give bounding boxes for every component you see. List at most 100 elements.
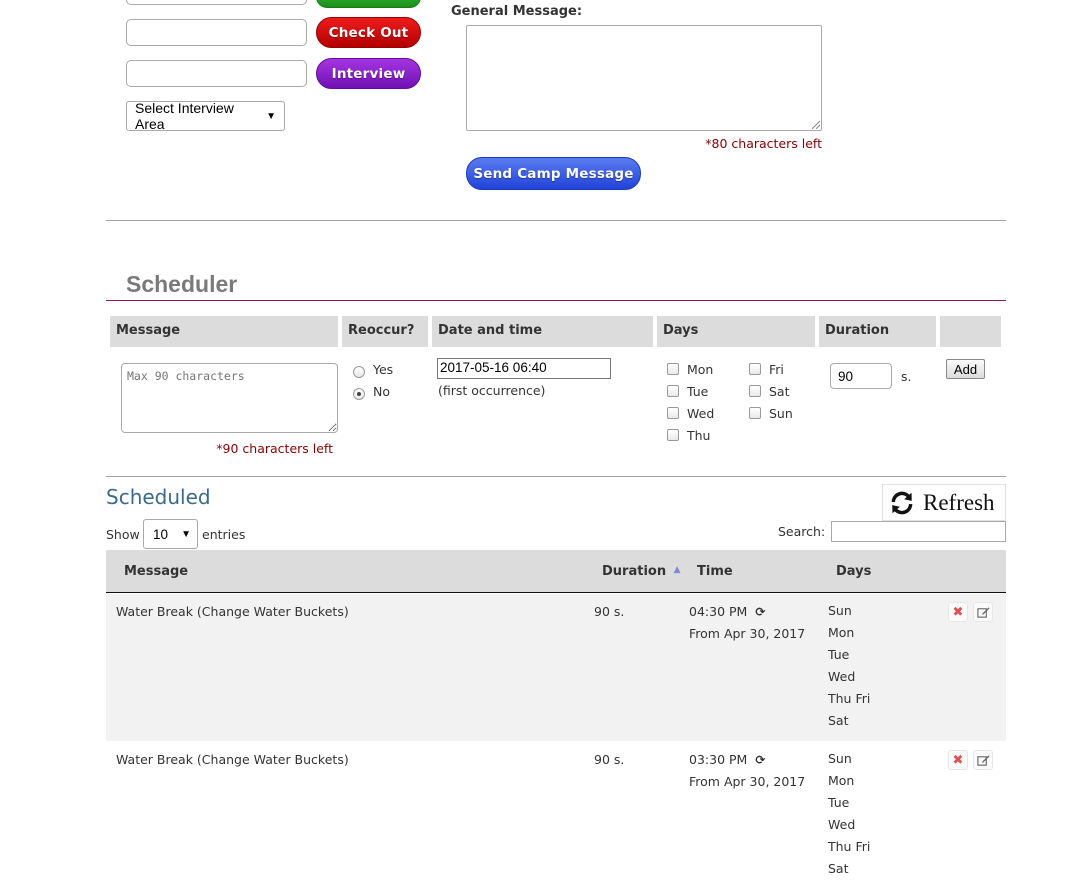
add-button-label: Add <box>953 361 978 377</box>
datetime-input[interactable]: 2017-05-16 06:40 <box>437 358 611 379</box>
scheduler-header-date-time: Date and time <box>432 316 653 347</box>
send-camp-message-label: Send Camp Message <box>473 165 634 182</box>
interview-button[interactable]: Interview <box>316 58 421 89</box>
show-label: Show <box>106 527 140 542</box>
general-message-textarea[interactable] <box>466 25 822 131</box>
interview-input[interactable] <box>126 60 307 87</box>
row-1-day: Thu Fri <box>828 691 871 706</box>
reoccur-yes-radio[interactable] <box>353 366 365 378</box>
column-days[interactable]: Days <box>836 564 871 579</box>
interview-area-value: Select Interview Area <box>135 100 234 132</box>
day-tue-checkbox[interactable] <box>667 385 679 397</box>
row-2-time: 03:30 PM ⟳ <box>689 752 765 767</box>
day-wed-checkbox[interactable] <box>667 407 679 419</box>
camp-input-1[interactable] <box>126 0 307 5</box>
check-in-button[interactable] <box>316 0 421 8</box>
scheduler-header-duration: Duration <box>819 316 936 347</box>
scheduler-title-rule <box>106 300 1006 301</box>
column-message[interactable]: Message <box>124 564 188 579</box>
delete-icon: ✖ <box>952 752 964 768</box>
section-divider <box>106 220 1006 221</box>
day-fri-label: Fri <box>769 362 784 377</box>
duration-value: 90 <box>838 369 854 384</box>
row-1-day: Tue <box>828 647 850 662</box>
day-thu-label: Thu <box>687 428 711 443</box>
reoccur-yes-label: Yes <box>373 362 394 377</box>
row-2-day: Sun <box>828 751 852 766</box>
row-2-time-value: 03:30 PM <box>689 752 748 767</box>
row-2-delete-button[interactable]: ✖ <box>948 750 968 770</box>
delete-icon: ✖ <box>952 604 964 620</box>
scheduler-header-message: Message <box>110 316 338 347</box>
refresh-button[interactable]: Refresh <box>882 484 1006 521</box>
row-2-edit-button[interactable] <box>973 750 993 770</box>
refresh-label: Refresh <box>923 489 995 515</box>
day-sun-checkbox[interactable] <box>749 407 761 419</box>
recurring-icon: ⟳ <box>755 605 766 619</box>
interview-area-select[interactable]: Select Interview Area ▼ <box>126 100 285 132</box>
row-2-day: Thu Fri <box>828 839 871 854</box>
scheduler-message-textarea[interactable] <box>121 363 338 433</box>
row-1-time: 04:30 PM ⟳ <box>689 604 765 619</box>
entries-value: 10 <box>153 526 169 542</box>
row-2-day: Sat <box>828 861 849 876</box>
row-2-day: Tue <box>828 795 850 810</box>
scheduler-header-days: Days <box>657 316 815 347</box>
duration-unit: s. <box>901 369 912 384</box>
datetime-value: 2017-05-16 06:40 <box>440 360 547 375</box>
resize-handle-icon[interactable] <box>812 121 820 129</box>
scheduler-chars-left: *90 characters left <box>216 441 333 456</box>
row-1-day: Mon <box>828 625 855 640</box>
row-1-day: Sun <box>828 603 852 618</box>
day-fri-checkbox[interactable] <box>749 363 761 375</box>
row-1-day: Sat <box>828 713 849 728</box>
row-2-duration: 90 s. <box>594 752 625 767</box>
check-out-label: Check Out <box>328 24 409 41</box>
general-message-chars-left: *80 characters left <box>705 136 822 151</box>
interview-label: Interview <box>331 65 406 82</box>
chevron-down-icon: ▼ <box>181 528 191 540</box>
row-1-delete-button[interactable]: ✖ <box>948 602 968 622</box>
day-tue-label: Tue <box>687 384 709 399</box>
day-thu-checkbox[interactable] <box>667 429 679 441</box>
row-1-message: Water Break (Change Water Buckets) <box>116 604 349 619</box>
scheduler-header-reoccur: Reoccur? <box>342 316 428 347</box>
day-sat-label: Sat <box>769 384 790 399</box>
row-1-duration: 90 s. <box>594 604 625 619</box>
column-time[interactable]: Time <box>697 564 733 579</box>
day-sat-checkbox[interactable] <box>749 385 761 397</box>
search-label: Search: <box>778 524 826 539</box>
send-camp-message-button[interactable]: Send Camp Message <box>466 157 641 190</box>
row-1-from: From Apr 30, 2017 <box>689 626 806 641</box>
edit-icon <box>976 754 990 766</box>
scheduler-bottom-rule <box>106 476 1006 477</box>
column-duration[interactable]: Duration ▲ <box>602 564 681 579</box>
duration-input[interactable]: 90 <box>830 363 892 389</box>
row-1-day: Wed <box>828 669 856 684</box>
check-out-input[interactable] <box>126 19 307 46</box>
scheduler-header-action <box>940 316 1001 347</box>
check-out-button[interactable]: Check Out <box>316 17 421 48</box>
day-sun-label: Sun <box>769 406 793 421</box>
column-duration-label: Duration <box>602 564 667 579</box>
entries-select[interactable]: 10 ▼ <box>143 519 198 549</box>
entries-label: entries <box>202 527 246 542</box>
add-button[interactable]: Add <box>946 359 985 379</box>
row-1-edit-button[interactable] <box>973 602 993 622</box>
row-2-from: From Apr 30, 2017 <box>689 774 806 789</box>
search-input[interactable] <box>831 521 1006 542</box>
scheduled-title: Scheduled <box>106 485 211 509</box>
scheduler-title: Scheduler <box>126 271 238 297</box>
day-mon-label: Mon <box>687 362 714 377</box>
chevron-down-icon: ▼ <box>266 110 276 122</box>
day-wed-label: Wed <box>687 406 715 421</box>
sort-asc-icon: ▲ <box>673 565 681 575</box>
reoccur-no-radio[interactable] <box>353 388 365 400</box>
edit-icon <box>976 606 990 618</box>
general-message-label: General Message: <box>451 4 583 19</box>
day-mon-checkbox[interactable] <box>667 363 679 375</box>
row-2-day: Mon <box>828 773 855 788</box>
recurring-icon: ⟳ <box>755 753 766 767</box>
refresh-icon <box>891 491 913 514</box>
row-2-message: Water Break (Change Water Buckets) <box>116 752 349 767</box>
